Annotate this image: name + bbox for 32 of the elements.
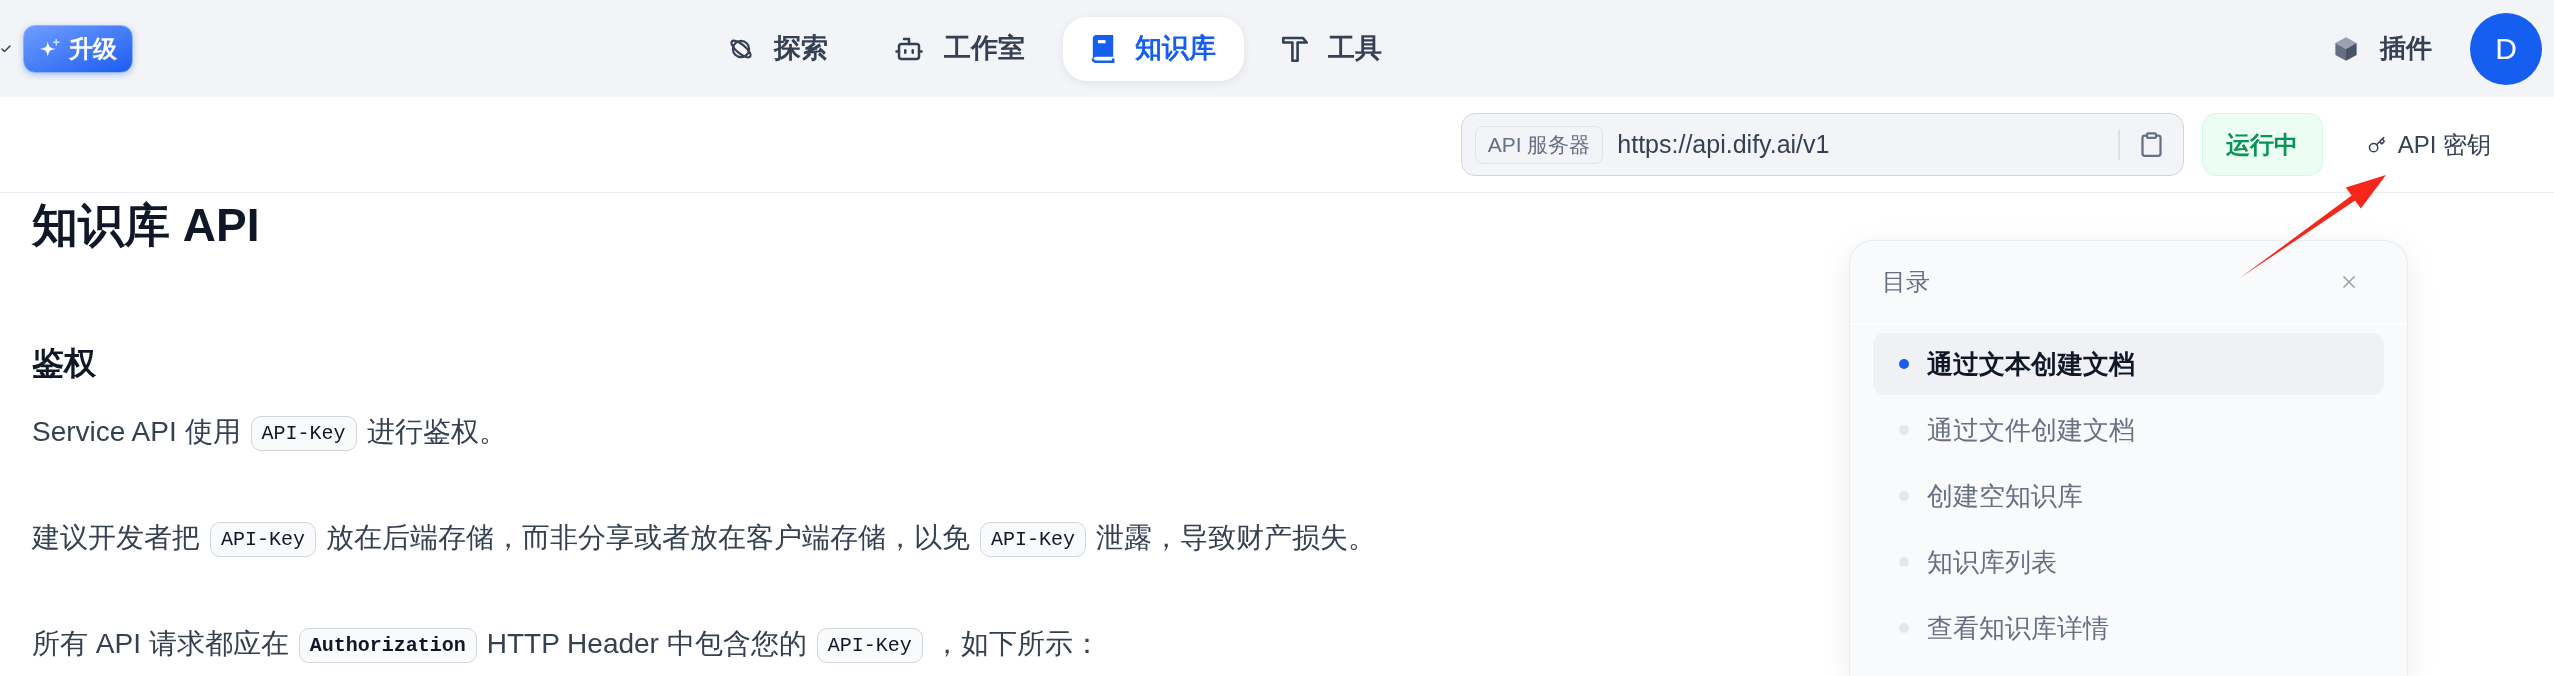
- toc-item[interactable]: 查看知识库详情: [1873, 597, 2384, 659]
- nav-tab[interactable]: 探索: [700, 16, 856, 81]
- inline-code: API-Key: [250, 416, 357, 452]
- nav-tab[interactable]: 工作室: [866, 16, 1053, 81]
- cube-icon: [2334, 35, 2358, 62]
- api-server-label: API 服务器: [1474, 125, 1604, 164]
- api-url-text: https://api.dify.ai/v1: [1617, 128, 1831, 160]
- doc-title: 知识库 API: [32, 198, 260, 253]
- running-status: 运行中: [2201, 113, 2323, 176]
- inline-code: Authorization: [298, 628, 477, 664]
- toc-title: 目录: [1882, 267, 1930, 297]
- doc-paragraph: 所有 API 请求都应在 Authorization HTTP Header 中包含您的 API-Key ，如下所示：: [32, 624, 1101, 664]
- hammer-icon: [1282, 35, 1308, 62]
- toc-item[interactable]: 通过文本创建文档: [1873, 333, 2384, 395]
- key-icon: [2367, 135, 2386, 154]
- toc-item[interactable]: 通过文件创建文档: [1873, 399, 2384, 461]
- nav-tab[interactable]: 知识库: [1063, 16, 1244, 81]
- toc-item[interactable]: 知识库列表: [1873, 531, 2384, 593]
- section-heading: 鉴权: [32, 344, 96, 383]
- inline-code: API-Key: [980, 522, 1087, 558]
- inline-code: API-Key: [816, 628, 923, 664]
- book-icon: [1091, 34, 1115, 63]
- nav-tab[interactable]: 工具: [1254, 16, 1410, 81]
- bullet-icon: [1899, 359, 1909, 369]
- plugins-button[interactable]: 插件: [2322, 20, 2444, 77]
- api-key-button[interactable]: API 密钥: [2355, 116, 2503, 173]
- doc-paragraph: 建议开发者把 API-Key 放在后端存储，而非分享或者放在客户端存储，以免 API-Key 泄露，导致财产损失。: [32, 518, 1377, 558]
- toc-item[interactable]: 创建空知识库: [1873, 465, 2384, 527]
- user-avatar[interactable]: D: [2470, 12, 2542, 85]
- upgrade-button[interactable]: 升级: [23, 24, 133, 73]
- doc-paragraph: Service API 使用 API-Key 进行鉴权。: [32, 412, 507, 452]
- inline-code: API-Key: [210, 522, 316, 558]
